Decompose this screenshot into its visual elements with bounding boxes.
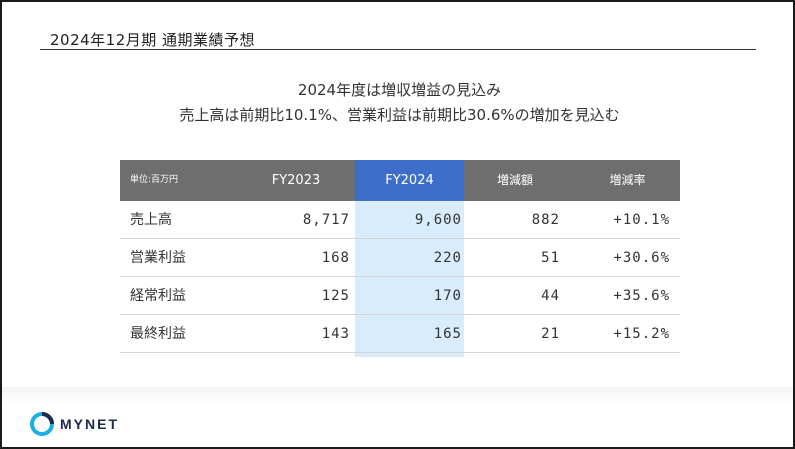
cell-diff: 882 [531, 212, 560, 228]
cell-rate: +10.1% [613, 212, 670, 228]
cell-fy2023: 125 [321, 288, 350, 304]
cell-fy2023: 143 [321, 326, 350, 342]
slide: 2024年12月期 通期業績予想 2024年度は増収増益の見込み 売上高は前期比… [0, 0, 795, 449]
cell-diff: 44 [541, 288, 560, 304]
row-label: 経常利益 [130, 288, 186, 304]
table-header: 単位:百万円 FY2023 FY2024 増減額 増減率 [120, 160, 680, 201]
mynet-logo-icon [30, 412, 54, 436]
unit-label: 単位:百万円 [130, 175, 179, 185]
column-header-fy2023: FY2023 [271, 173, 321, 188]
row-label: 売上高 [130, 212, 172, 228]
logo-text: MYNET [60, 416, 119, 432]
column-header-fy2024: FY2024 [355, 160, 464, 201]
cell-rate: +15.2% [613, 326, 670, 342]
slide-title: 2024年12月期 通期業績予想 [50, 31, 256, 49]
cell-diff: 21 [541, 326, 560, 342]
cell-fy2023: 8,717 [302, 212, 350, 228]
title-divider [40, 49, 756, 50]
cell-fy2023: 168 [321, 250, 350, 266]
cell-rate: +35.6% [613, 288, 670, 304]
row-label: 営業利益 [130, 250, 186, 266]
headline-secondary: 売上高は前期比10.1%、営業利益は前期比30.6%の増加を見込む [179, 106, 620, 124]
cell-fy2024: 220 [433, 250, 462, 266]
table-row: 最終利益 143 165 21 +15.2% [120, 315, 680, 353]
cell-rate: +30.6% [613, 250, 670, 266]
cell-fy2024: 9,600 [414, 212, 462, 228]
column-header-rate: 増減率 [609, 173, 646, 187]
footer-band [2, 387, 793, 447]
table-row: 経常利益 125 170 44 +35.6% [120, 277, 680, 315]
table-row: 売上高 8,717 9,600 882 +10.1% [120, 201, 680, 239]
table-row: 営業利益 168 220 51 +30.6% [120, 239, 680, 277]
cell-fy2024: 165 [433, 326, 462, 342]
cell-fy2024: 170 [433, 288, 462, 304]
column-header-diff: 増減額 [496, 173, 533, 187]
row-label: 最終利益 [130, 326, 186, 342]
cell-diff: 51 [541, 250, 560, 266]
headline-primary: 2024年度は増収増益の見込み [297, 81, 502, 99]
